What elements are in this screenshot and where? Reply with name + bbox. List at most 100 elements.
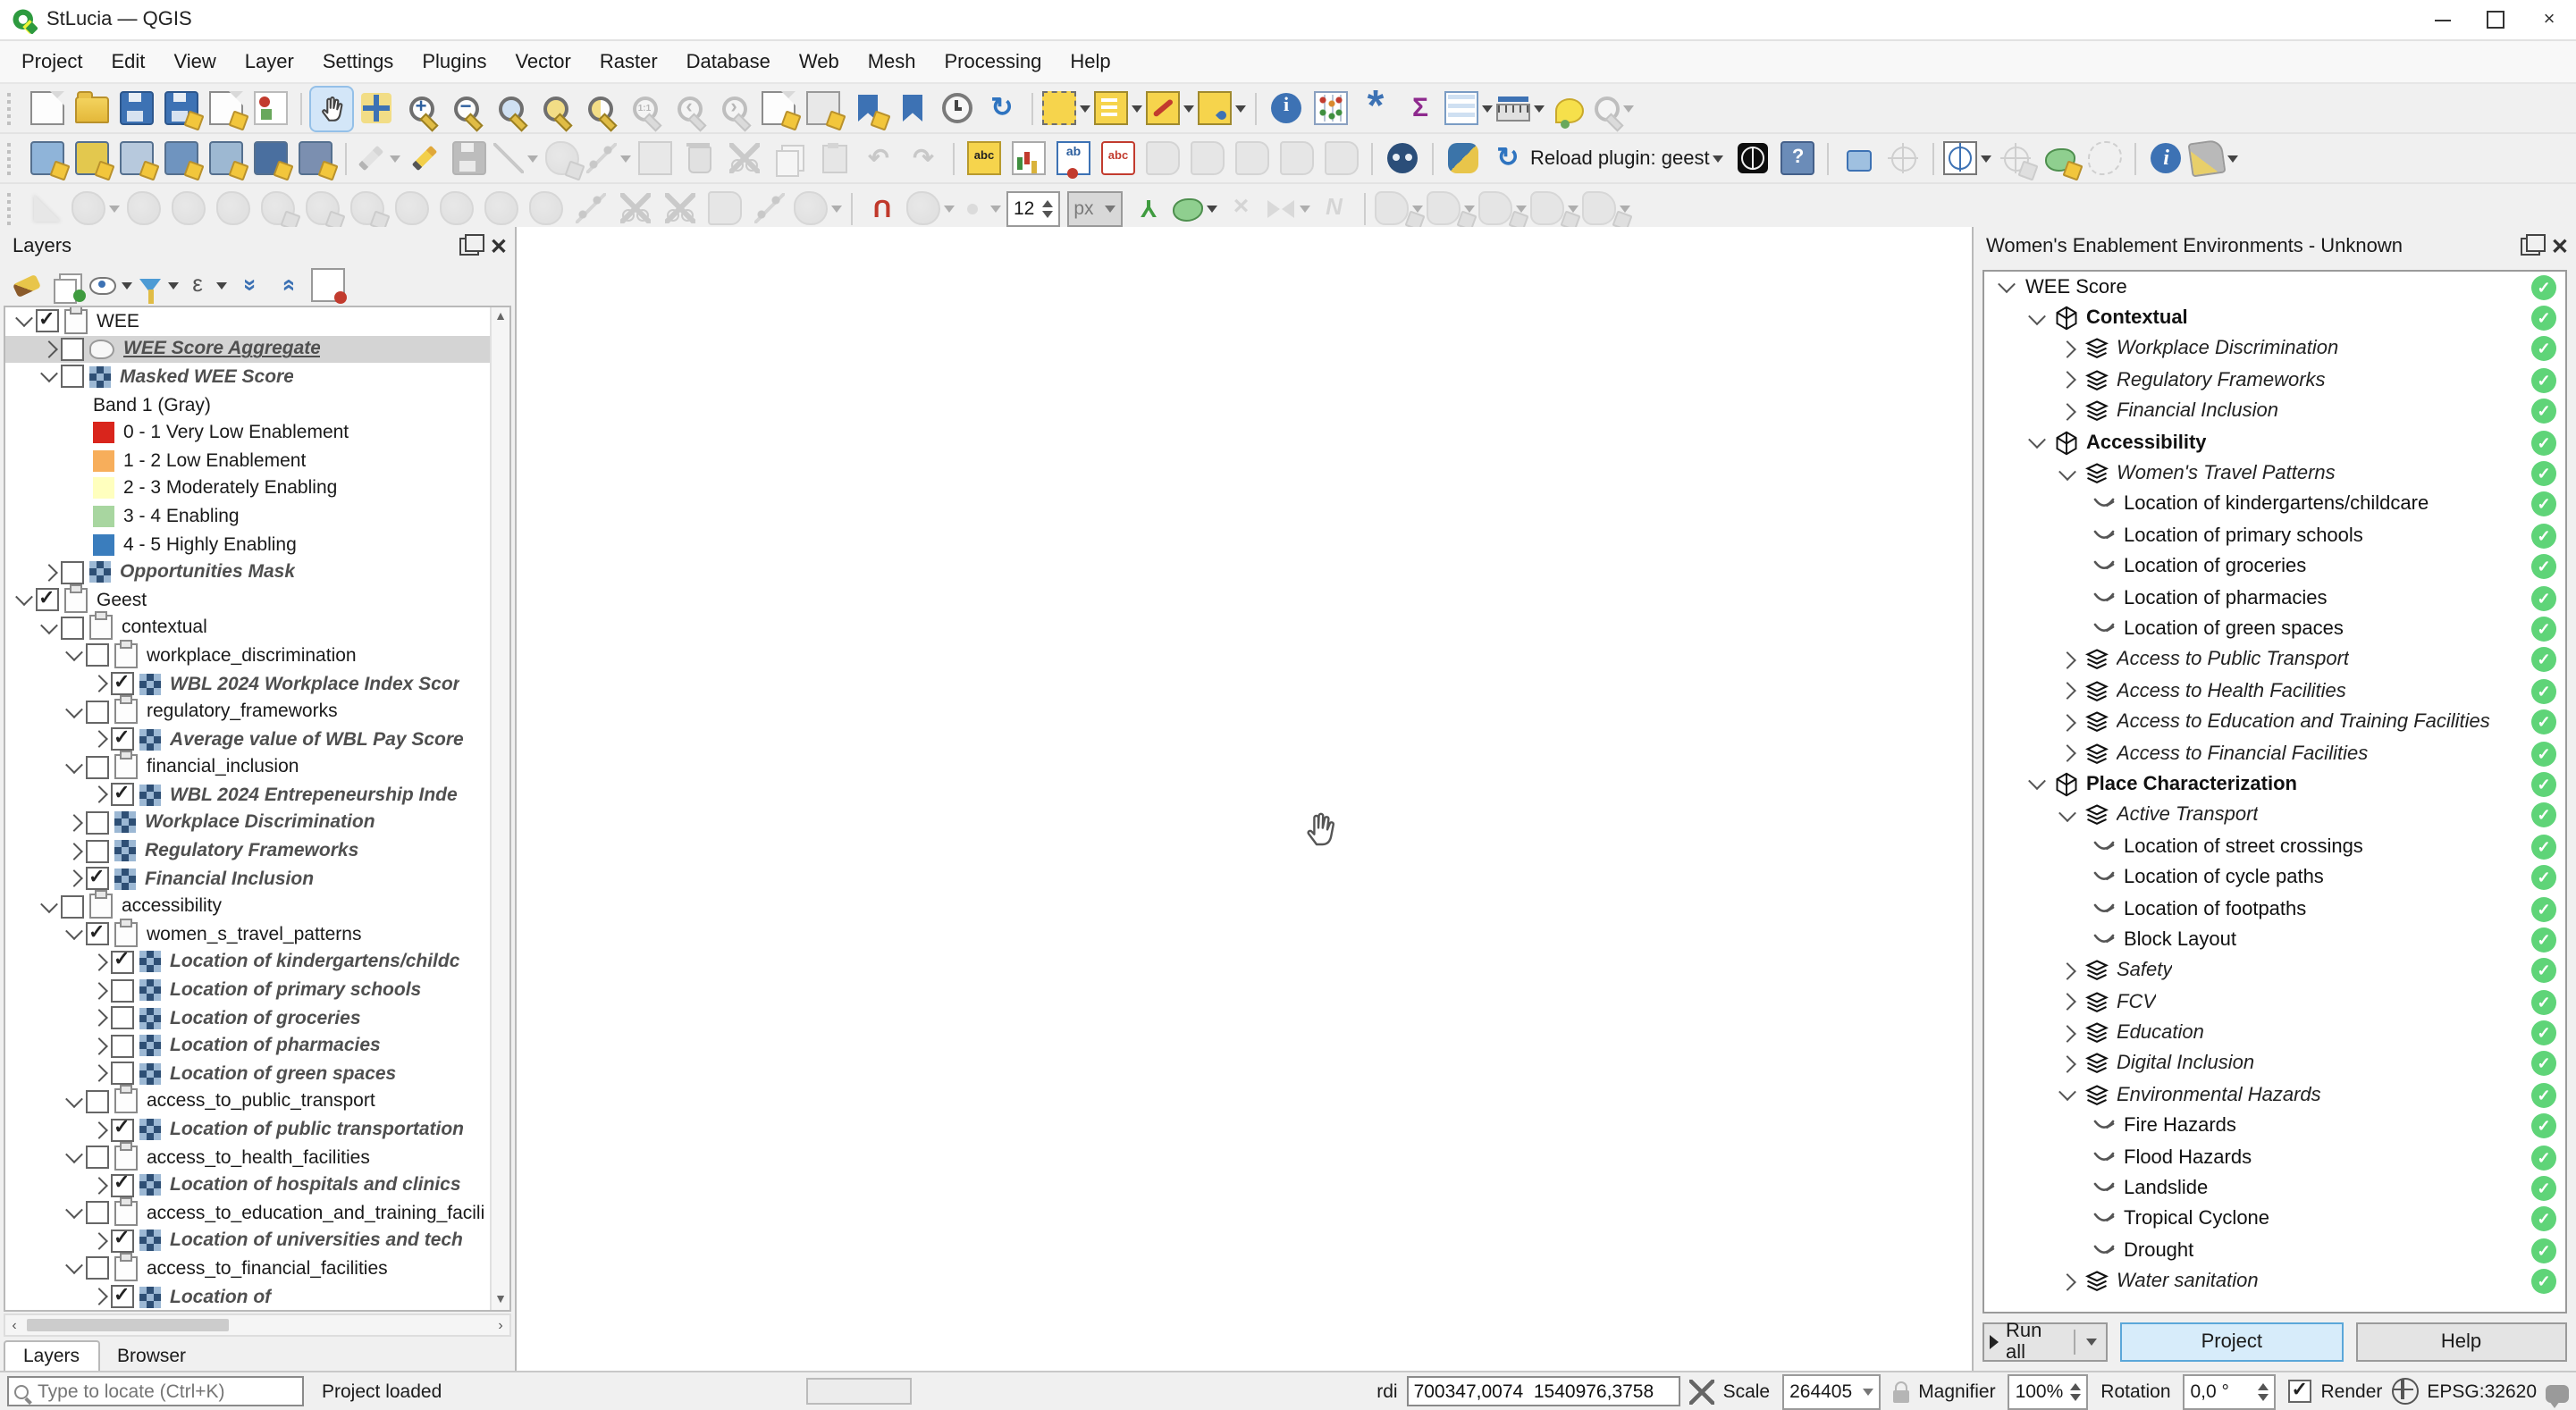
menu-processing[interactable]: Processing [930,46,1056,78]
tree-item-water-sanitation[interactable]: Water sanitation [1984,1266,2565,1297]
layer-checkbox[interactable] [111,1034,134,1057]
layer-checkbox[interactable] [111,951,134,974]
new-project-icon[interactable] [27,87,68,130]
geest-area-icon[interactable] [2041,137,2082,180]
merge-attributes-icon[interactable] [660,187,701,230]
tree-item-block-layout[interactable]: Block Layout [1984,924,2565,955]
messages-icon[interactable] [2546,1384,2569,1402]
expander-icon[interactable] [2056,747,2079,760]
expander-icon[interactable] [88,956,111,969]
toolbar-handle[interactable] [7,92,20,124]
expander-icon[interactable] [13,315,36,328]
osm-info-icon[interactable] [2146,137,2187,180]
dropdown-arrow-icon[interactable] [944,205,955,212]
expander-icon[interactable] [2056,965,2079,978]
tree-item-safety[interactable]: Safety [1984,955,2565,986]
zoom-last-icon[interactable] [669,87,710,130]
layer-row-access-to-financial-facilities[interactable]: access_to_financial_facilities [5,1255,492,1282]
fill-ring-icon[interactable] [302,187,343,230]
show-bookmarks-icon[interactable] [892,87,933,130]
zoom-next-icon[interactable] [713,87,754,130]
open-project-icon[interactable] [72,87,113,130]
delete-ring-icon[interactable] [347,187,388,230]
tree-item-active-transport[interactable]: Active Transport [1984,800,2565,831]
layer-row-average-value-of-wbl-pay-score[interactable]: Average value of WBL Pay Score [5,726,492,753]
layer-label[interactable]: women_s_travel_patterns [147,924,361,945]
menu-database[interactable]: Database [672,46,785,78]
layer-label[interactable]: regulatory_frameworks [147,701,338,722]
menu-plugins[interactable]: Plugins [408,46,501,78]
scroll-left-icon[interactable]: ‹ [5,1317,23,1333]
close-panel-icon[interactable]: ✕ [490,237,508,255]
expander-icon[interactable] [63,872,86,885]
dropdown-arrow-icon[interactable] [1183,105,1194,112]
layer-label[interactable]: Location of kindergartens/childc [170,952,459,973]
rotate-feature-icon[interactable] [123,187,164,230]
expander-icon[interactable] [2056,810,2079,822]
layer-checkbox[interactable] [111,727,134,751]
layer-checkbox[interactable] [111,1173,134,1196]
tree-item-location-of-groceries[interactable]: Location of groceries [1984,551,2565,583]
zoom-in-icon[interactable] [400,87,442,130]
tree-item-place-characterization[interactable]: Place Characterization [1984,769,2565,801]
layer-checkbox[interactable] [111,1118,134,1141]
menu-layer[interactable]: Layer [231,46,308,78]
tree-item-location-of-kindergartens-childcare[interactable]: Location of kindergartens/childcare [1984,489,2565,520]
new-virtual-layer-icon[interactable] [295,137,336,180]
expander-icon[interactable] [63,928,86,941]
tree-item-location-of-pharmacies[interactable]: Location of pharmacies [1984,583,2565,614]
dropdown-arrow-icon[interactable] [1207,205,1217,212]
menu-vector[interactable]: Vector [501,46,585,78]
expander-icon[interactable] [2056,1089,2079,1102]
menu-view[interactable]: View [159,46,230,78]
dropdown-arrow-icon[interactable] [1464,205,1475,212]
layer-checkbox[interactable] [61,560,84,583]
merge-features-icon[interactable] [615,187,656,230]
expander-icon[interactable] [2025,312,2049,324]
layer-checkbox[interactable] [86,1146,109,1169]
layer-label[interactable]: Location of green spaces [170,1063,396,1085]
tree-item-location-of-footpaths[interactable]: Location of footpaths [1984,894,2565,925]
expander-icon[interactable] [13,593,36,606]
dropdown-arrow-icon[interactable] [122,281,132,289]
expander-icon[interactable] [2025,436,2049,449]
remove-layer-icon[interactable] [309,267,345,303]
float-panel-icon[interactable] [459,237,479,255]
spin-up-icon[interactable] [2259,1382,2269,1389]
layer-row-wbl-2024-workplace-index-scor[interactable]: WBL 2024 Workplace Index Scor [5,669,492,697]
dropdown-arrow-icon[interactable] [620,155,631,162]
dropdown-arrow-icon[interactable] [390,155,400,162]
lock-scale-icon[interactable] [1893,1390,1909,1403]
dropdown-arrow-icon[interactable] [1713,155,1724,162]
layer-styling-icon[interactable] [9,267,45,303]
dropdown-arrow-icon[interactable] [1568,205,1578,212]
layer-row-band-1-gray[interactable]: Band 1 (Gray) [5,391,492,419]
gps-tracking-icon[interactable] [1883,137,1924,180]
layer-label[interactable]: Masked WEE Score [120,366,294,388]
zoom-out-icon[interactable] [445,87,486,130]
expander-icon[interactable] [1995,281,2018,293]
project-button[interactable]: Project [2121,1322,2343,1362]
expander-icon[interactable] [2056,654,2079,667]
expander-icon[interactable] [63,761,86,774]
tree-item-landslide[interactable]: Landslide [1984,1173,2565,1204]
layer-row-location-of-groceries[interactable]: Location of groceries [5,1004,492,1032]
tree-item-contextual[interactable]: Contextual [1984,303,2565,334]
layer-checkbox[interactable] [86,1257,109,1280]
draw-regular-polygon-icon[interactable] [1582,187,1630,230]
layer-diagram-icon[interactable] [1008,137,1049,180]
expander-icon[interactable] [2056,467,2079,480]
new-layout-icon[interactable] [758,87,799,130]
undo-icon[interactable] [858,137,899,180]
new-memory-layer-icon[interactable] [206,137,247,180]
layer-label[interactable]: Geest [97,589,147,610]
snapping-tolerance-spin[interactable]: 12 [1006,190,1059,226]
layer-row-wee[interactable]: WEE [5,307,492,335]
spin-down-icon[interactable] [2259,1393,2269,1400]
layer-label[interactable]: Regulatory Frameworks [145,840,358,861]
avoid-overlap-icon[interactable] [1221,187,1262,230]
select-features-icon[interactable] [1042,87,1090,130]
layer-label[interactable]: Workplace Discrimination [145,812,375,834]
tree-item-tropical-cyclone[interactable]: Tropical Cyclone [1984,1204,2565,1235]
draw-rectangle-icon[interactable] [1530,187,1578,230]
